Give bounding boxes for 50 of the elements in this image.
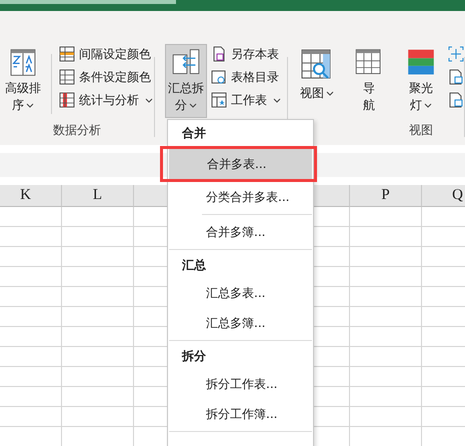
button-label: 分 — [175, 97, 188, 114]
button-label: 航 — [363, 97, 376, 114]
button-label: 表格目录 — [231, 68, 280, 86]
button-label: 汇总拆 — [168, 80, 204, 97]
button-label: 统计与分析 — [79, 92, 139, 108]
document-icon[interactable] — [448, 92, 464, 108]
table-icon — [59, 69, 75, 85]
ribbon-button[interactable]: 汇总拆 分 — [165, 44, 208, 118]
menu-item[interactable]: 拆分工作表... — [168, 369, 313, 399]
document-icon[interactable] — [448, 69, 464, 85]
group-label: 数据分析 — [53, 122, 102, 139]
menu-item[interactable]: 汇总多表... — [168, 278, 313, 308]
button-label: 工作表 — [231, 92, 268, 108]
button-label: 聚光 — [409, 80, 434, 97]
table-icon — [59, 92, 75, 108]
ribbon-button[interactable]: 间隔设定颜色 — [59, 46, 153, 62]
button-label: 序 — [12, 97, 24, 114]
menu-item[interactable]: 分类合并多表... — [168, 182, 313, 212]
ribbon-button[interactable]: 表格目录 — [211, 69, 282, 85]
fit-icon[interactable] — [448, 46, 464, 62]
button-label: 灯 — [410, 97, 422, 114]
button-label: 另存本表 — [231, 46, 280, 62]
column-header[interactable]: Q — [422, 185, 465, 207]
ribbon-button[interactable]: 另存本表 — [211, 46, 282, 62]
menu-item[interactable]: 拆分工作簿... — [168, 399, 313, 429]
menu-section-title: 合并 — [182, 124, 206, 142]
ribbon-button[interactable]: 导 航 — [348, 44, 390, 118]
menu-item[interactable]: 合并多表... — [169, 149, 312, 179]
column-header[interactable]: L — [62, 185, 134, 207]
menu-section-title: 拆分 — [182, 348, 206, 364]
ribbon-button[interactable]: 条件设定颜色 — [59, 69, 153, 85]
document-icon — [211, 46, 228, 62]
button-label: 高级排 — [5, 80, 41, 97]
table-icon — [211, 69, 228, 85]
menu-section-title: 汇总 — [182, 256, 206, 274]
ribbon-button[interactable]: 聚光 灯 — [400, 44, 442, 118]
ribbon-button[interactable]: 高级排 序 — [2, 44, 44, 118]
button-label: 间隔设定颜色 — [79, 46, 151, 62]
column-header[interactable]: P — [350, 185, 422, 207]
column-header[interactable]: K — [0, 185, 62, 207]
table-icon — [59, 46, 75, 62]
ribbon-button[interactable]: 视图 — [296, 44, 338, 118]
button-label: 视图 — [300, 85, 324, 102]
group-label: 视图 — [409, 122, 434, 139]
button-label: 导 — [363, 80, 376, 97]
menu-item[interactable]: 汇总多簿... — [168, 308, 313, 338]
ribbon-button[interactable]: 工作表 — [211, 92, 282, 108]
ribbon-button[interactable]: 统计与分析 — [59, 92, 153, 108]
button-label: 条件设定颜色 — [79, 68, 151, 86]
menu-item[interactable]: 合并多簿... — [168, 217, 313, 247]
